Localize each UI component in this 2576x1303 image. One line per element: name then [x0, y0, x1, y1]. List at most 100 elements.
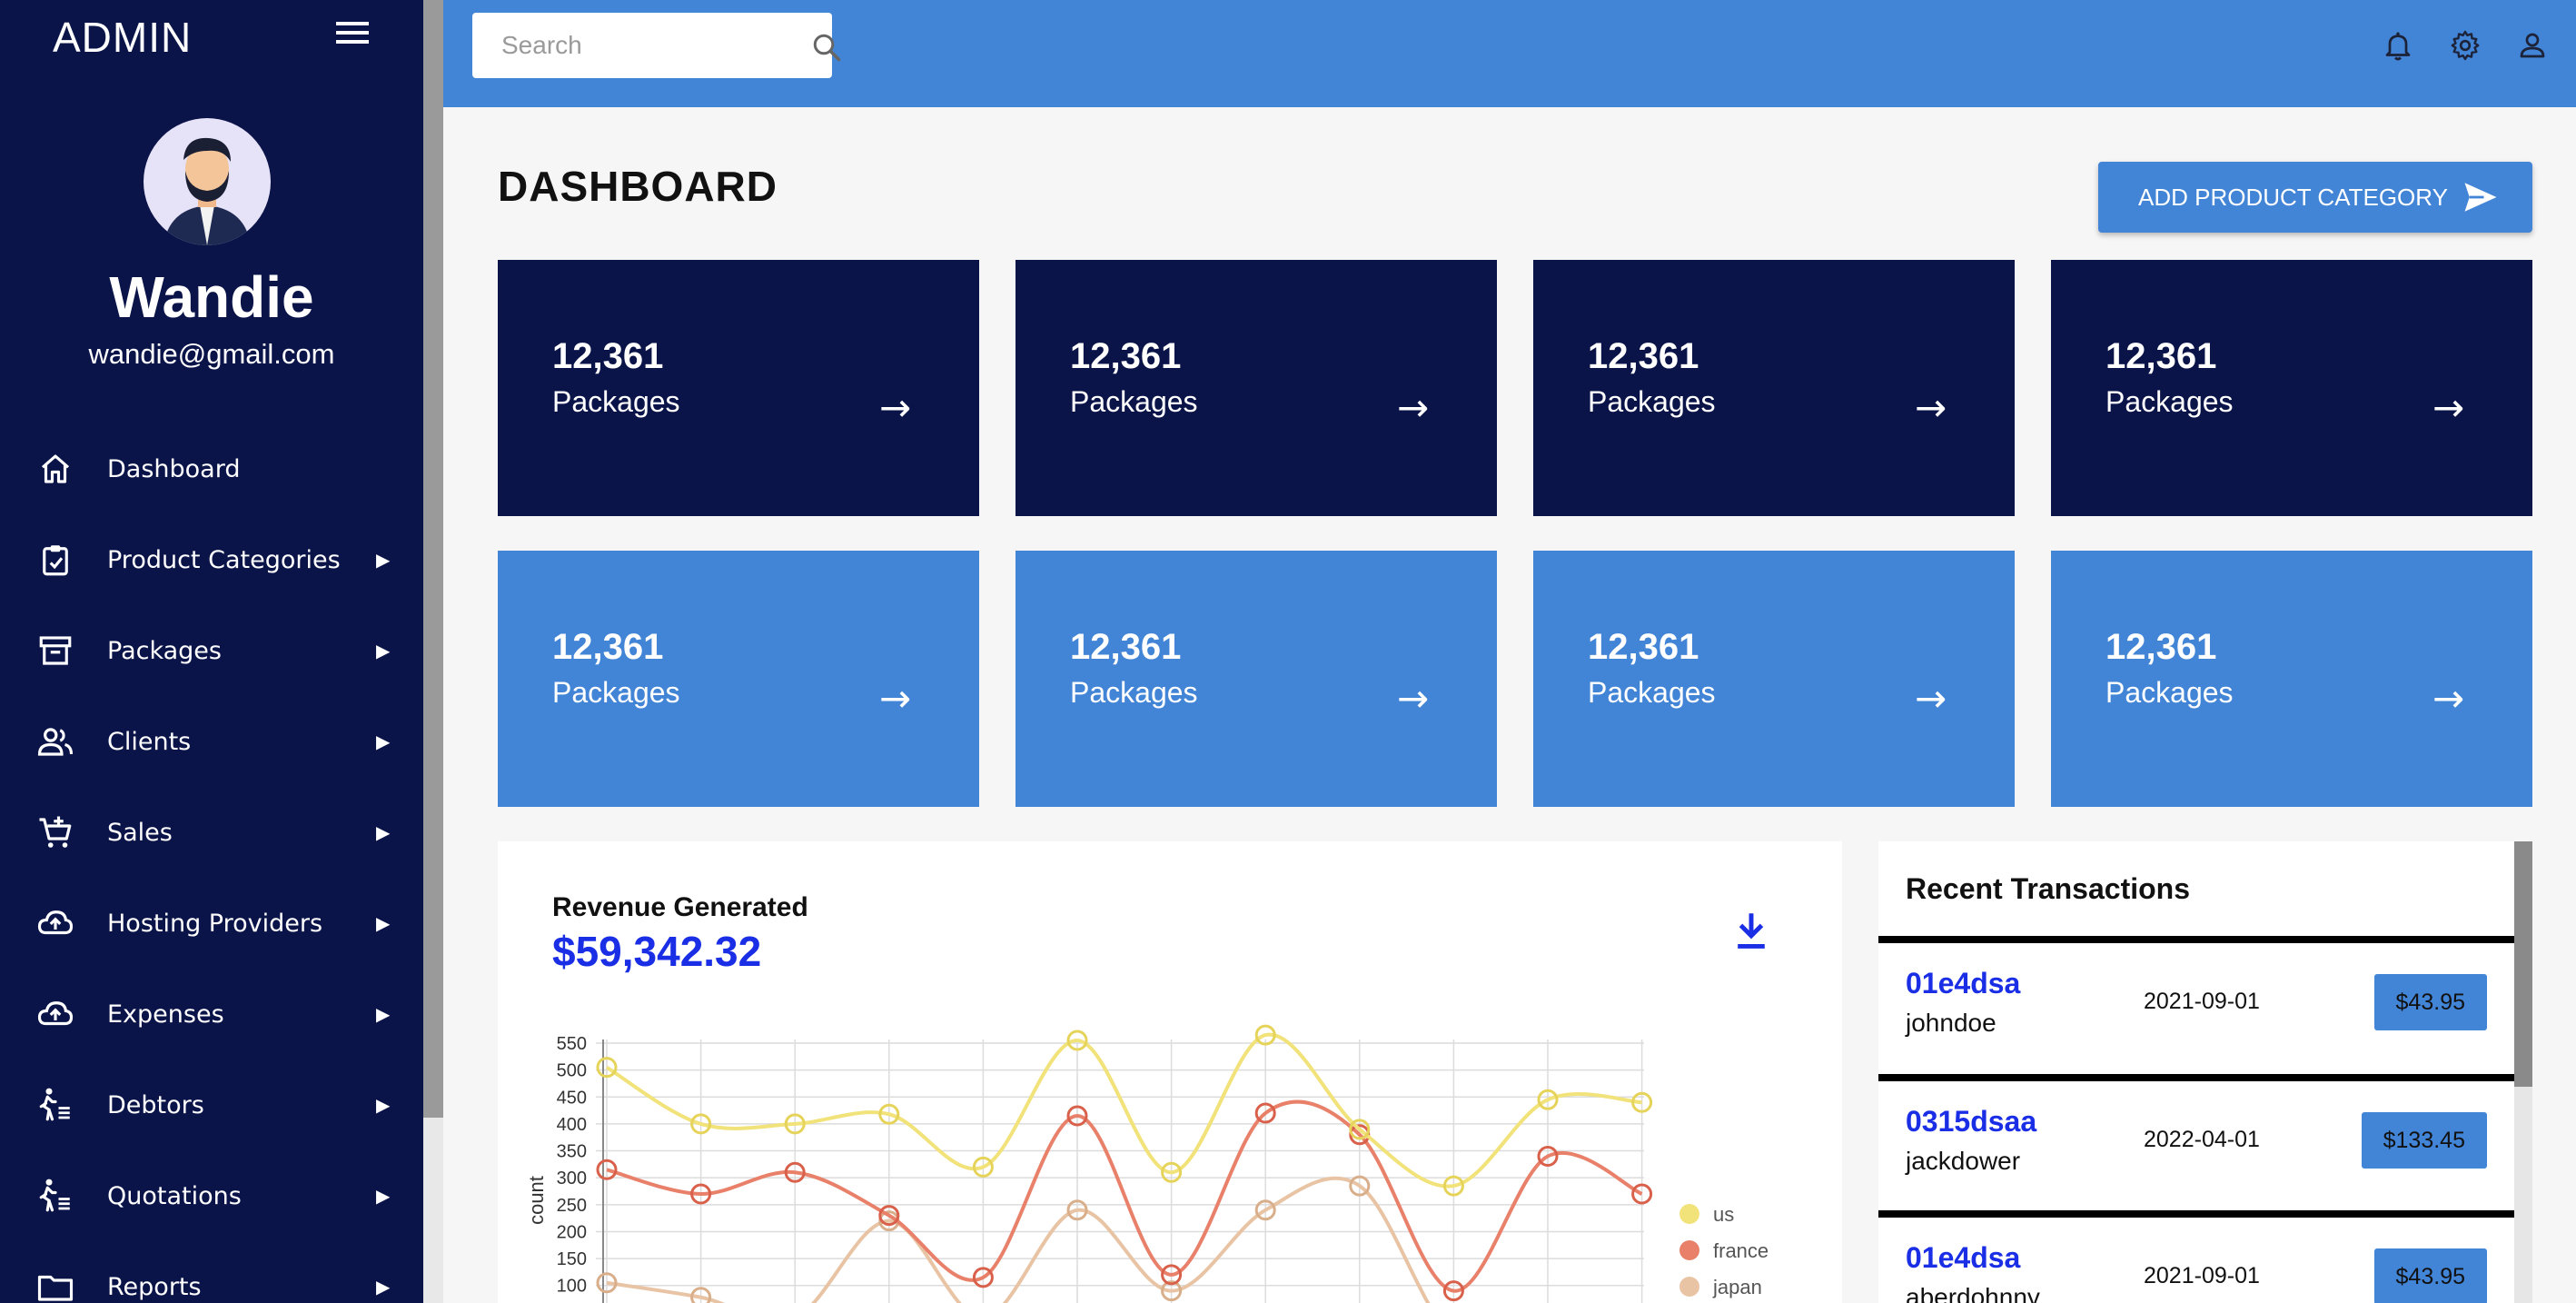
- transaction-amount-badge[interactable]: $43.95: [2373, 974, 2487, 1030]
- send-icon: [2464, 183, 2497, 212]
- legend-marker-japan: [1679, 1277, 1699, 1297]
- bell-icon[interactable]: [2382, 27, 2414, 64]
- legend-marker-france: [1679, 1240, 1699, 1260]
- user-email: wandie@gmail.com: [88, 338, 335, 370]
- stat-label: Packages: [1070, 385, 1198, 418]
- y-tick-label: 550: [557, 1034, 587, 1054]
- chevron-right-icon: ▶: [376, 1004, 391, 1025]
- sidebar-item-label: Debtors: [107, 1090, 204, 1119]
- transaction-amount-badge[interactable]: $43.95: [2373, 1248, 2487, 1303]
- transaction-id[interactable]: 0315dsaa: [1906, 1105, 2036, 1139]
- page-title: DASHBOARD: [498, 163, 778, 210]
- stat-value: 12,361: [1070, 336, 1182, 376]
- add-product-category-button[interactable]: ADD PRODUCT CATEGORY: [2098, 162, 2532, 233]
- arrow-right-icon[interactable]: →: [1915, 385, 1947, 430]
- sidebar-item-product-categories[interactable]: Product Categories ▶: [0, 514, 423, 605]
- sidebar-item-label: Reports: [107, 1272, 202, 1301]
- user-icon[interactable]: [2516, 27, 2549, 64]
- y-tick-label: 450: [557, 1088, 587, 1108]
- sidebar-item-packages[interactable]: Packages ▶: [0, 605, 423, 696]
- arrow-right-icon[interactable]: →: [2432, 676, 2464, 721]
- transaction-row[interactable]: 01e4dsa aberdohnny 2021-09-01 $43.95: [1878, 1210, 2514, 1303]
- transaction-user: aberdohnny: [1906, 1283, 2040, 1303]
- sidebar: ADMIN Wandie wandie@gmail.com Dashboard …: [0, 0, 423, 1303]
- stat-label: Packages: [1070, 676, 1198, 709]
- stat-card[interactable]: 12,361 Packages →: [2051, 551, 2532, 807]
- sidebar-item-reports[interactable]: Reports ▶: [0, 1241, 423, 1303]
- sidebar-item-label: Clients: [107, 727, 192, 756]
- search-icon[interactable]: [810, 31, 843, 64]
- scrollbar-thumb[interactable]: [423, 0, 443, 1118]
- legend-marker-us: [1679, 1204, 1699, 1224]
- cart-plus-icon: [39, 816, 72, 848]
- transaction-id[interactable]: 01e4dsa: [1906, 967, 2020, 1000]
- sidebar-item-label: Product Categories: [107, 545, 341, 574]
- cloud-upload-icon: [37, 1001, 74, 1026]
- stat-label: Packages: [1588, 385, 1716, 418]
- sidebar-item-clients[interactable]: Clients ▶: [0, 696, 423, 787]
- stat-card[interactable]: 12,361 Packages →: [498, 551, 979, 807]
- search-input[interactable]: [472, 13, 772, 78]
- transaction-id[interactable]: 01e4dsa: [1906, 1241, 2020, 1275]
- arrow-right-icon[interactable]: →: [2432, 385, 2464, 430]
- y-tick-label: 400: [557, 1115, 587, 1135]
- chevron-right-icon: ▶: [376, 1186, 391, 1207]
- stat-label: Packages: [2105, 385, 2234, 418]
- person-walk-list-icon: [39, 1179, 70, 1212]
- sidebar-item-dashboard[interactable]: Dashboard: [0, 423, 423, 514]
- sidebar-item-hosting-providers[interactable]: Hosting Providers ▶: [0, 878, 423, 969]
- y-tick-label: 150: [557, 1249, 587, 1269]
- transaction-amount-badge[interactable]: $133.45: [2361, 1112, 2487, 1169]
- user-name: Wandie: [109, 264, 314, 330]
- sidebar-item-expenses[interactable]: Expenses ▶: [0, 969, 423, 1059]
- scrollbar-thumb[interactable]: [2514, 841, 2532, 1087]
- sidebar-item-label: Packages: [107, 636, 222, 665]
- sidebar-item-debtors[interactable]: Debtors ▶: [0, 1059, 423, 1150]
- stat-card[interactable]: 12,361 Packages →: [498, 260, 979, 516]
- transaction-date: 2022-04-01: [2144, 1127, 2260, 1152]
- sidebar-scrollbar[interactable]: [423, 0, 443, 1303]
- top-bar: [443, 0, 2576, 107]
- brand-title: ADMIN: [53, 14, 193, 61]
- stat-card[interactable]: 12,361 Packages →: [2051, 260, 2532, 516]
- folder-icon: [37, 1275, 74, 1301]
- chevron-right-icon: ▶: [376, 731, 391, 752]
- gear-icon[interactable]: [2449, 27, 2482, 64]
- arrow-right-icon[interactable]: →: [879, 676, 911, 721]
- person-walk-list-icon: [39, 1088, 70, 1121]
- y-tick-label: 100: [557, 1277, 587, 1297]
- stat-value: 12,361: [1588, 336, 1699, 376]
- stat-card[interactable]: 12,361 Packages →: [1016, 260, 1497, 516]
- sidebar-item-quotations[interactable]: Quotations ▶: [0, 1150, 423, 1241]
- transactions-title: Recent Transactions: [1906, 872, 2190, 905]
- y-axis-label: count: [525, 1176, 548, 1225]
- transaction-row[interactable]: 0315dsaa jackdower 2022-04-01 $133.45: [1878, 1074, 2514, 1212]
- y-tick-label: 200: [557, 1222, 587, 1242]
- transaction-date: 2021-09-01: [2144, 989, 2260, 1014]
- transaction-user: jackdower: [1906, 1147, 2021, 1175]
- cloud-upload-icon: [37, 910, 74, 935]
- stat-card[interactable]: 12,361 Packages →: [1016, 551, 1497, 807]
- transactions-scrollbar[interactable]: [2514, 841, 2532, 1303]
- stat-value: 12,361: [2105, 627, 2217, 667]
- stat-label: Packages: [1588, 676, 1716, 709]
- stat-card[interactable]: 12,361 Packages →: [1533, 551, 2015, 807]
- stat-value: 12,361: [1070, 627, 1182, 667]
- chevron-right-icon: ▶: [376, 822, 391, 843]
- transaction-row[interactable]: 01e4dsa johndoe 2021-09-01 $43.95: [1878, 936, 2514, 1074]
- arrow-right-icon[interactable]: →: [879, 385, 911, 430]
- home-icon: [41, 454, 70, 483]
- sidebar-item-label: Sales: [107, 818, 173, 847]
- stat-card[interactable]: 12,361 Packages →: [1533, 260, 2015, 516]
- legend-label-japan: japan: [1712, 1276, 1762, 1298]
- series-line-us: [605, 1032, 1642, 1189]
- hamburger-menu-icon[interactable]: [336, 22, 369, 49]
- sidebar-item-sales[interactable]: Sales ▶: [0, 787, 423, 878]
- stat-value: 12,361: [552, 336, 664, 376]
- legend-label-france: france: [1713, 1239, 1769, 1262]
- avatar: [144, 118, 271, 245]
- arrow-right-icon[interactable]: →: [1397, 385, 1429, 430]
- arrow-right-icon[interactable]: →: [1915, 676, 1947, 721]
- y-tick-label: 250: [557, 1196, 587, 1216]
- arrow-right-icon[interactable]: →: [1397, 676, 1429, 721]
